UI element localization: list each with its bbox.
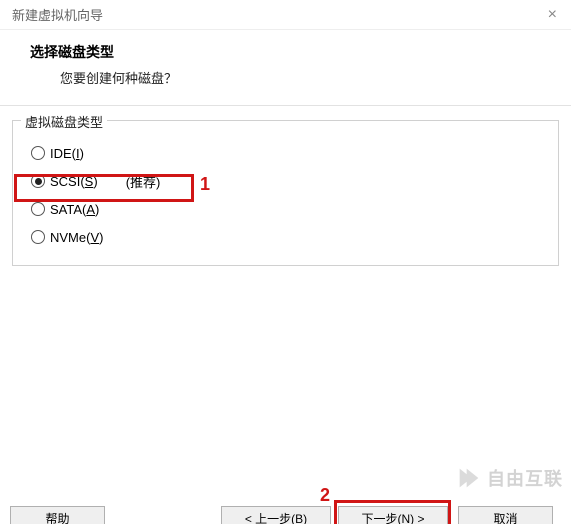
radio-icon: [31, 202, 45, 216]
page-title: 选择磁盘类型: [30, 42, 541, 62]
help-button[interactable]: 帮助: [10, 506, 105, 524]
button-bar: 帮助 < 上一步(B) 下一步(N) > 取消: [0, 496, 571, 524]
radio-label-scsi: SCSI(S): [50, 174, 98, 189]
annotation-number-1: 1: [200, 174, 210, 195]
radio-label-ide: IDE(I): [50, 146, 84, 161]
page-subtitle: 您要创建何种磁盘？: [60, 68, 541, 87]
radio-icon: [31, 174, 45, 188]
cancel-button[interactable]: 取消: [458, 506, 553, 524]
radio-icon: [31, 146, 45, 160]
radio-option-scsi[interactable]: SCSI(S) (推荐): [27, 167, 544, 195]
content-area: 虚拟磁盘类型 IDE(I) SCSI(S) (推荐) SATA(A) NVMe(…: [0, 106, 571, 266]
disk-type-fieldset: 虚拟磁盘类型 IDE(I) SCSI(S) (推荐) SATA(A) NVMe(…: [12, 120, 559, 266]
radio-option-sata[interactable]: SATA(A): [27, 195, 544, 223]
fieldset-legend: 虚拟磁盘类型: [21, 112, 107, 131]
next-button[interactable]: 下一步(N) >: [338, 506, 448, 524]
radio-option-nvme[interactable]: NVMe(V): [27, 223, 544, 251]
watermark-logo-icon: [455, 464, 483, 492]
radio-icon: [31, 230, 45, 244]
radio-label-sata: SATA(A): [50, 202, 99, 217]
window-title: 新建虚拟机向导: [12, 5, 103, 24]
scsi-recommended-badge: (推荐): [126, 172, 161, 191]
watermark: 自由互联: [455, 464, 563, 492]
close-icon[interactable]: ×: [548, 6, 557, 24]
radio-option-ide[interactable]: IDE(I): [27, 139, 544, 167]
title-bar: 新建虚拟机向导 ×: [0, 0, 571, 30]
radio-label-nvme: NVMe(V): [50, 230, 103, 245]
back-button[interactable]: < 上一步(B): [221, 506, 331, 524]
wizard-header: 选择磁盘类型 您要创建何种磁盘？: [0, 30, 571, 105]
